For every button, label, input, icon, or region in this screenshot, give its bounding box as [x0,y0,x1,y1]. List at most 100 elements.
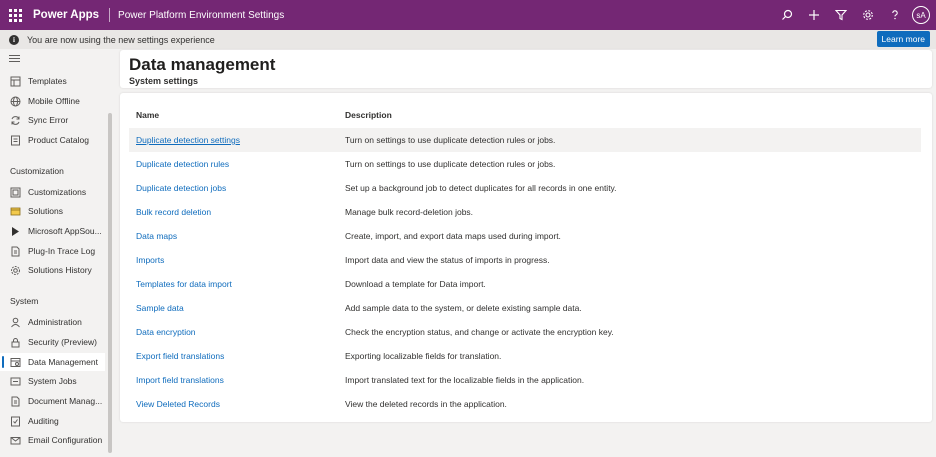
table-row: Bulk record deletion Manage bulk record-… [129,200,921,224]
sidebar-item-label: Sync Error [28,115,69,125]
sidebar-item-templates[interactable]: Templates [0,72,105,90]
section-header-customization: Customization [10,166,64,176]
person-icon [9,316,21,328]
table-row: Duplicate detection jobs Set up a backgr… [129,176,921,200]
info-icon: i [9,34,19,45]
setting-link[interactable]: Duplicate detection rules [136,159,229,169]
page-header: Data management System settings [120,50,932,88]
sidebar-item-product-catalog[interactable]: Product Catalog [0,131,105,149]
sidebar-item-solutions-history[interactable]: Solutions History [0,261,105,279]
appsource-icon [9,225,21,237]
setting-description: Exporting localizable fields for transla… [345,351,502,361]
setting-link[interactable]: Duplicate detection settings [136,135,240,145]
help-button[interactable] [881,0,908,30]
info-banner: i You are now using the new settings exp… [0,30,936,49]
sidebar-item-email-configuration[interactable]: Email Configuration [0,431,105,449]
document-icon [9,245,21,257]
catalog-icon [9,134,21,146]
table-row: Duplicate detection settings Turn on set… [129,128,921,152]
add-button[interactable] [800,0,827,30]
sidebar-item-label: Mobile Offline [28,96,80,106]
divider [109,8,111,22]
setting-link[interactable]: Data maps [136,231,177,241]
sidebar-scrollbar[interactable] [108,113,112,453]
sidebar-item-label: Email Configuration [28,435,103,445]
table-row: Duplicate detection rules Turn on settin… [129,152,921,176]
add-icon [808,10,819,20]
app-name[interactable]: Power Apps [33,9,99,21]
page-title: Data management [129,55,276,74]
banner-message: You are now using the new settings exper… [27,34,215,45]
table-row: Export field translations Exporting loca… [129,344,921,368]
sidebar-item-solutions[interactable]: Solutions [0,202,105,220]
sidebar-item-appsource[interactable]: Microsoft AppSou... [0,222,105,240]
setting-link[interactable]: Bulk record deletion [136,207,211,217]
sidebar-item-label: Security (Preview) [28,337,97,347]
setting-link[interactable]: Templates for data import [136,279,232,289]
setting-description: Turn on settings to use duplicate detect… [345,159,556,169]
page-subtitle: System settings [129,76,199,86]
sidebar-item-mobile-offline[interactable]: Mobile Offline [0,92,105,110]
sidebar-item-label: Customizations [28,187,87,197]
section-header-system: System [10,296,39,306]
setting-description: Download a template for Data import. [345,279,486,289]
column-header-description[interactable]: Description [345,110,392,120]
sidebar-item-administration[interactable]: Administration [0,313,105,331]
table-row: Data encryption Check the encryption sta… [129,320,921,344]
help-icon [891,10,898,20]
sidebar: Templates Mobile Offline Sync Error Prod… [0,49,115,457]
sidebar-item-plug-in-trace-log[interactable]: Plug-In Trace Log [0,242,105,260]
setting-description: Check the encryption status, and change … [345,327,614,337]
hamburger-menu-icon[interactable] [9,55,20,64]
top-bar: Power Apps Power Platform Environment Se… [0,0,936,30]
app-launcher-button[interactable] [0,0,30,30]
email-icon [9,434,21,446]
filter-button[interactable] [827,0,854,30]
sidebar-item-label: Auditing [28,416,59,426]
table-row: Data maps Create, import, and export dat… [129,224,921,248]
sidebar-item-system-jobs[interactable]: System Jobs [0,372,105,390]
setting-link[interactable]: Imports [136,255,164,265]
waffle-icon [8,8,22,22]
column-header-name[interactable]: Name [136,110,159,120]
sidebar-item-document-management[interactable]: Document Manag... [0,392,105,410]
setting-link[interactable]: Sample data [136,303,184,313]
jobs-icon [9,375,21,387]
sidebar-item-data-management[interactable]: Data Management [0,353,105,371]
sidebar-item-auditing[interactable]: Auditing [0,412,105,430]
settings-icon [862,10,873,20]
table-row: Templates for data import Download a tem… [129,272,921,296]
setting-link[interactable]: Data encryption [136,327,196,337]
sidebar-item-label: Solutions History [28,265,92,275]
sidebar-item-label: Administration [28,317,82,327]
sidebar-item-label: Microsoft AppSou... [28,226,102,236]
filter-icon [834,9,847,21]
settings-table: Name Description Duplicate detection set… [120,93,932,422]
table-row: Imports Import data and view the status … [129,248,921,272]
setting-link[interactable]: Duplicate detection jobs [136,183,226,193]
sidebar-item-security[interactable]: Security (Preview) [0,333,105,351]
setting-description: Import translated text for the localizab… [345,375,585,385]
setting-link[interactable]: Import field translations [136,375,224,385]
sidebar-item-label: Solutions [28,206,63,216]
sidebar-item-sync-error[interactable]: Sync Error [0,111,105,129]
sidebar-item-label: Product Catalog [28,135,89,145]
sidebar-item-label: Document Manag... [28,396,103,406]
settings-button[interactable] [854,0,881,30]
sidebar-item-customizations[interactable]: Customizations [0,183,105,201]
setting-description: Turn on settings to use duplicate detect… [345,135,556,145]
learn-more-button[interactable]: Learn more [876,31,930,47]
data-icon [9,356,21,368]
setting-description: Add sample data to the system, or delete… [345,303,582,313]
lock-icon [9,336,21,348]
setting-description: Manage bulk record-deletion jobs. [345,207,474,217]
setting-link[interactable]: Export field translations [136,351,224,361]
search-button[interactable] [773,0,800,30]
templates-icon [9,75,21,87]
setting-link[interactable]: View Deleted Records [136,399,220,409]
avatar[interactable]: sA [912,6,930,24]
gear-icon [9,264,21,276]
setting-description: View the deleted records in the applicat… [345,399,507,409]
customizations-icon [9,186,21,198]
auditing-icon [9,415,21,427]
